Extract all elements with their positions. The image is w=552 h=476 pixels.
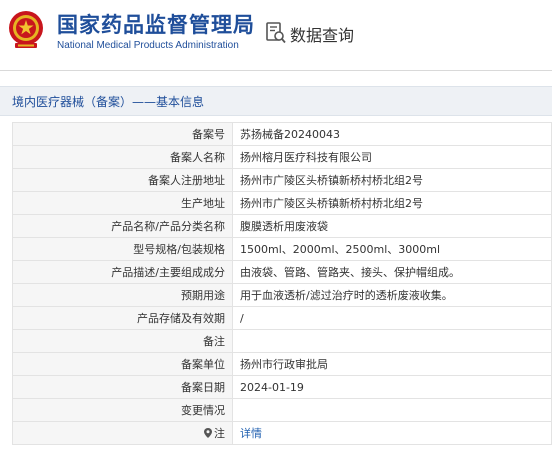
field-label: 产品描述/主要组成成分 bbox=[12, 260, 233, 284]
field-value: 扬州市广陵区头桥镇新桥村桥北组2号 bbox=[232, 191, 552, 215]
field-label: 预期用途 bbox=[12, 283, 233, 307]
field-label: 产品存储及有效期 bbox=[12, 306, 233, 330]
breadcrumb: 境内医疗器械（备案）——基本信息 bbox=[12, 95, 205, 109]
table-row: 产品存储及有效期 / bbox=[12, 306, 552, 330]
field-label: 备案人注册地址 bbox=[12, 168, 233, 192]
field-value: 扬州市广陵区头桥镇新桥村桥北组2号 bbox=[232, 168, 552, 192]
site-title[interactable]: 国家药品监督管理局 bbox=[57, 9, 255, 39]
national-emblem-icon bbox=[9, 11, 43, 48]
field-value: 扬州榕月医疗科技有限公司 bbox=[232, 145, 552, 169]
field-value: 1500ml、2000ml、2500ml、3000ml bbox=[232, 237, 552, 261]
table-row: 变更情况 bbox=[12, 398, 552, 422]
note-label-cell: 注 bbox=[12, 421, 233, 445]
field-value bbox=[232, 329, 552, 353]
table-row: 备案单位 扬州市行政审批局 bbox=[12, 352, 552, 376]
field-label: 备案单位 bbox=[12, 352, 233, 376]
field-label: 产品名称/产品分类名称 bbox=[12, 214, 233, 238]
field-value: 苏扬械备20240043 bbox=[232, 122, 552, 146]
field-label: 变更情况 bbox=[12, 398, 233, 422]
details-link[interactable]: 详情 bbox=[232, 421, 552, 445]
data-query-link[interactable]: 数据查询 bbox=[290, 22, 354, 46]
field-label: 型号规格/包装规格 bbox=[12, 237, 233, 261]
document-search-icon bbox=[266, 22, 286, 44]
field-value: 腹膜透析用废液袋 bbox=[232, 214, 552, 238]
table-row: 预期用途 用于血液透析/滤过治疗时的透析废液收集。 bbox=[12, 283, 552, 307]
site-subtitle: National Medical Products Administration bbox=[57, 40, 239, 51]
table-row: 备案号 苏扬械备20240043 bbox=[12, 122, 552, 146]
field-value bbox=[232, 398, 552, 422]
field-label: 备案人名称 bbox=[12, 145, 233, 169]
location-pin-icon bbox=[204, 428, 212, 438]
field-value: / bbox=[232, 306, 552, 330]
field-value: 扬州市行政审批局 bbox=[232, 352, 552, 376]
field-label: 备注 bbox=[12, 329, 233, 353]
table-row: 备案人注册地址 扬州市广陵区头桥镇新桥村桥北组2号 bbox=[12, 168, 552, 192]
note-label: 注 bbox=[214, 427, 225, 440]
record-detail: 备案号 苏扬械备20240043 备案人名称 扬州榕月医疗科技有限公司 备案人注… bbox=[12, 122, 552, 445]
table-row: 生产地址 扬州市广陵区头桥镇新桥村桥北组2号 bbox=[12, 191, 552, 215]
table-row: 备注 bbox=[12, 329, 552, 353]
site-header: 国家药品监督管理局 National Medical Products Admi… bbox=[0, 0, 552, 62]
field-value: 由液袋、管路、管路夹、接头、保护帽组成。 bbox=[232, 260, 552, 284]
record-table: 备案号 苏扬械备20240043 备案人名称 扬州榕月医疗科技有限公司 备案人注… bbox=[12, 122, 552, 445]
table-row: 产品描述/主要组成成分 由液袋、管路、管路夹、接头、保护帽组成。 bbox=[12, 260, 552, 284]
field-value: 用于血液透析/滤过治疗时的透析废液收集。 bbox=[232, 283, 552, 307]
table-row: 备案日期 2024-01-19 bbox=[12, 375, 552, 399]
table-row: 型号规格/包装规格 1500ml、2000ml、2500ml、3000ml bbox=[12, 237, 552, 261]
field-value: 2024-01-19 bbox=[232, 375, 552, 399]
field-label: 备案日期 bbox=[12, 375, 233, 399]
field-label: 备案号 bbox=[12, 122, 233, 146]
field-label: 生产地址 bbox=[12, 191, 233, 215]
table-row: 备案人名称 扬州榕月医疗科技有限公司 bbox=[12, 145, 552, 169]
section-header: 境内医疗器械（备案）——基本信息 bbox=[0, 86, 552, 116]
header-divider bbox=[0, 70, 552, 71]
table-row: 产品名称/产品分类名称 腹膜透析用废液袋 bbox=[12, 214, 552, 238]
note-row: 注 详情 bbox=[12, 421, 552, 445]
